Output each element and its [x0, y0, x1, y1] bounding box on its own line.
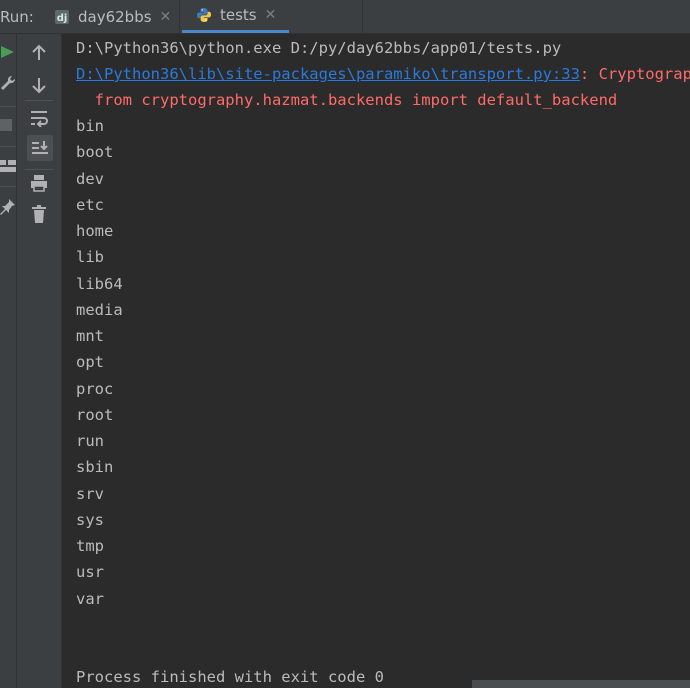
run-label: Run:	[0, 8, 34, 26]
file-link[interactable]: D:\Python36\lib\site-packages\paramiko\t…	[76, 65, 580, 83]
command-line: D:\Python36\python.exe D:/py/day62bbs/ap…	[76, 39, 562, 57]
svg-text:dj: dj	[57, 13, 68, 24]
toolbar-separator	[25, 169, 53, 170]
print-icon[interactable]	[30, 174, 48, 192]
play-icon[interactable]	[0, 44, 16, 60]
horizontal-scrollbar[interactable]	[472, 680, 690, 688]
output-line: media	[76, 300, 123, 319]
tab-divider	[362, 0, 363, 33]
output-line: sbin	[76, 458, 114, 477]
output-line: home	[76, 222, 114, 240]
toolbar-separator	[25, 100, 53, 101]
console-actions-toolbar	[17, 34, 62, 688]
output-line: lib64	[76, 274, 123, 293]
console-output[interactable]: D:\Python36\python.exe D:/py/day62bbs/ap…	[62, 34, 690, 688]
output-line: proc	[76, 379, 114, 398]
toolbar-separator	[0, 186, 16, 187]
toolbar-separator	[0, 106, 16, 107]
close-icon[interactable]: ✕	[265, 7, 277, 23]
output-line: sys	[76, 510, 104, 529]
soft-wrap-icon[interactable]	[30, 109, 48, 127]
warning-source-line: from cryptography.hazmat.backends import…	[76, 91, 618, 109]
tab-tests[interactable]: tests ✕	[182, 0, 289, 33]
django-icon: dj	[54, 9, 70, 25]
tab-day62bbs[interactable]: dj day62bbs ✕	[46, 0, 180, 33]
wrench-icon[interactable]	[0, 74, 16, 92]
arrow-down-icon[interactable]	[30, 76, 48, 94]
output-line: etc	[76, 195, 104, 214]
toolbar-separator	[0, 146, 16, 147]
output-line: usr	[76, 563, 104, 582]
arrow-up-icon[interactable]	[30, 44, 48, 62]
trash-icon[interactable]	[30, 204, 48, 224]
warning-line: D:\Python36\lib\site-packages\paramiko\t…	[76, 64, 690, 84]
layout-icon[interactable]	[0, 158, 16, 174]
warning-text: : CryptographyDeprecationWarning	[579, 65, 690, 83]
run-tab-bar: Run: dj day62bbs ✕ tests ✕	[0, 0, 690, 34]
exit-message: Process finished with exit code 0	[76, 668, 384, 686]
run-tool-window: Run: dj day62bbs ✕ tests ✕ D:\Python36\p…	[0, 0, 690, 688]
tab-label: tests	[220, 6, 257, 24]
output-line: bin	[76, 117, 104, 135]
tab-label: day62bbs	[78, 7, 152, 26]
output-line: dev	[76, 169, 104, 188]
output-line: lib	[76, 248, 104, 267]
output-line: boot	[76, 143, 114, 162]
output-line: root	[76, 405, 114, 424]
stop-icon[interactable]	[0, 118, 14, 132]
output-line: srv	[76, 484, 104, 503]
close-icon[interactable]: ✕	[160, 9, 172, 25]
output-line: opt	[76, 353, 104, 372]
run-actions-toolbar	[0, 34, 17, 688]
output-line: tmp	[76, 537, 104, 555]
output-line: var	[76, 589, 104, 608]
output-line: run	[76, 432, 104, 450]
python-icon	[196, 7, 212, 23]
scroll-to-end-icon[interactable]	[27, 135, 53, 161]
pin-icon[interactable]	[0, 198, 16, 216]
output-line: mnt	[76, 327, 104, 345]
